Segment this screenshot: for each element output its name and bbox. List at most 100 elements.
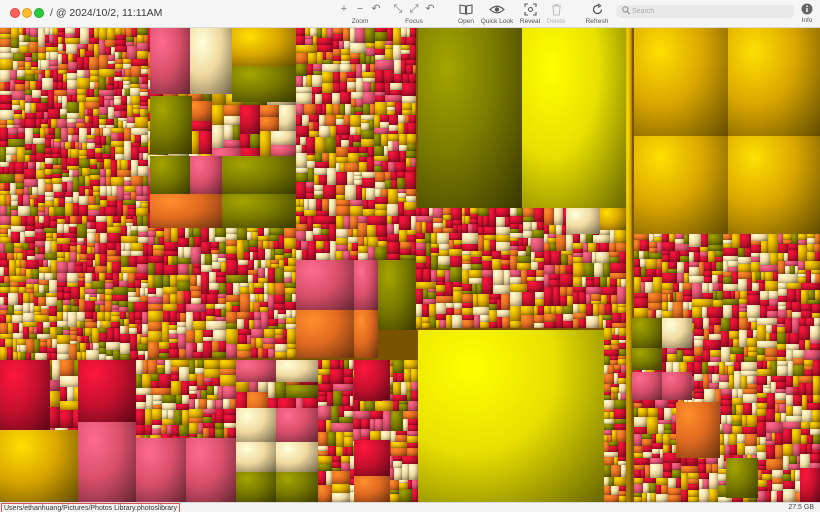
file-block[interactable] <box>361 429 370 437</box>
file-block[interactable] <box>30 207 38 216</box>
file-block[interactable] <box>10 70 17 80</box>
file-block[interactable] <box>408 401 418 411</box>
file-block[interactable] <box>561 255 568 265</box>
file-block[interactable] <box>354 440 390 476</box>
file-block[interactable] <box>462 320 474 328</box>
file-block[interactable] <box>393 382 401 395</box>
file-block[interactable] <box>233 283 240 295</box>
file-block[interactable] <box>398 115 405 123</box>
file-block[interactable] <box>179 367 189 381</box>
file-block[interactable] <box>179 349 186 358</box>
file-block[interactable] <box>667 347 677 354</box>
file-block[interactable] <box>579 319 586 328</box>
file-block[interactable] <box>619 328 626 336</box>
file-block[interactable] <box>391 448 407 456</box>
file-block[interactable] <box>5 243 14 253</box>
file-block[interactable] <box>544 322 556 328</box>
file-block[interactable] <box>163 304 177 311</box>
file-block[interactable] <box>737 434 745 443</box>
file-block[interactable] <box>634 427 647 434</box>
file-block[interactable] <box>313 64 322 71</box>
file-block[interactable] <box>778 310 787 318</box>
file-block[interactable] <box>60 360 74 376</box>
file-block[interactable] <box>38 28 45 47</box>
file-block[interactable] <box>355 28 365 43</box>
file-block[interactable] <box>566 265 573 274</box>
file-block[interactable] <box>45 273 53 280</box>
file-block[interactable] <box>150 194 222 228</box>
search-input[interactable] <box>632 6 782 17</box>
file-block[interactable] <box>232 28 296 66</box>
file-block[interactable] <box>729 331 739 339</box>
file-block[interactable] <box>212 105 224 125</box>
file-block[interactable] <box>770 333 777 341</box>
file-block[interactable] <box>9 260 16 276</box>
file-block[interactable] <box>810 326 820 340</box>
file-block[interactable] <box>411 382 418 391</box>
file-block[interactable] <box>308 241 316 260</box>
file-block[interactable] <box>341 140 349 147</box>
file-block[interactable] <box>171 360 189 367</box>
file-block[interactable] <box>413 65 416 74</box>
file-block[interactable] <box>314 168 327 175</box>
file-block[interactable] <box>35 353 47 360</box>
file-block[interactable] <box>150 28 190 94</box>
file-block[interactable] <box>306 231 313 241</box>
file-block[interactable] <box>276 442 318 472</box>
file-block[interactable] <box>99 243 107 254</box>
file-block[interactable] <box>61 149 68 158</box>
file-block[interactable] <box>318 464 332 471</box>
file-block[interactable] <box>554 208 563 225</box>
file-block[interactable] <box>783 489 795 502</box>
file-block[interactable] <box>714 325 721 334</box>
file-block[interactable] <box>201 272 209 294</box>
file-block[interactable] <box>806 318 814 326</box>
file-block[interactable] <box>312 75 322 87</box>
file-block[interactable] <box>510 270 521 277</box>
file-block[interactable] <box>92 281 105 289</box>
file-block[interactable] <box>224 116 240 125</box>
file-block[interactable] <box>212 262 221 269</box>
file-block[interactable] <box>195 330 203 343</box>
file-block[interactable] <box>92 328 99 343</box>
file-block[interactable] <box>618 442 626 457</box>
file-block[interactable] <box>354 310 378 358</box>
file-block[interactable] <box>226 260 238 275</box>
file-block[interactable] <box>549 280 560 287</box>
file-block[interactable] <box>79 205 88 216</box>
file-block[interactable] <box>573 277 582 287</box>
file-block[interactable] <box>341 456 350 463</box>
file-block[interactable] <box>113 350 120 360</box>
file-block[interactable] <box>35 233 46 241</box>
file-block[interactable] <box>189 409 203 418</box>
file-block[interactable] <box>428 292 436 299</box>
file-block[interactable] <box>336 172 347 185</box>
file-block[interactable] <box>422 323 430 328</box>
file-block[interactable] <box>216 400 223 409</box>
file-block[interactable] <box>302 115 309 126</box>
file-block[interactable] <box>694 347 703 356</box>
file-block[interactable] <box>201 265 212 272</box>
file-block[interactable] <box>344 437 353 447</box>
file-block[interactable] <box>0 260 9 267</box>
file-block[interactable] <box>96 222 107 233</box>
file-block[interactable] <box>522 292 535 306</box>
file-block[interactable] <box>38 195 45 203</box>
file-block[interactable] <box>100 254 107 266</box>
file-block[interactable] <box>322 64 340 72</box>
file-block[interactable] <box>662 372 692 400</box>
file-block[interactable] <box>747 376 754 384</box>
file-block[interactable] <box>388 151 400 162</box>
file-block[interactable] <box>778 244 788 253</box>
file-block[interactable] <box>135 117 148 128</box>
file-block[interactable] <box>611 486 619 495</box>
file-block[interactable] <box>416 289 423 304</box>
file-block[interactable] <box>374 134 381 146</box>
file-block[interactable] <box>296 93 312 104</box>
file-block[interactable] <box>354 476 390 502</box>
file-block[interactable] <box>662 318 692 348</box>
file-block[interactable] <box>279 105 296 131</box>
file-block[interactable] <box>220 375 236 386</box>
file-block[interactable] <box>62 244 70 252</box>
file-block[interactable] <box>67 158 79 166</box>
